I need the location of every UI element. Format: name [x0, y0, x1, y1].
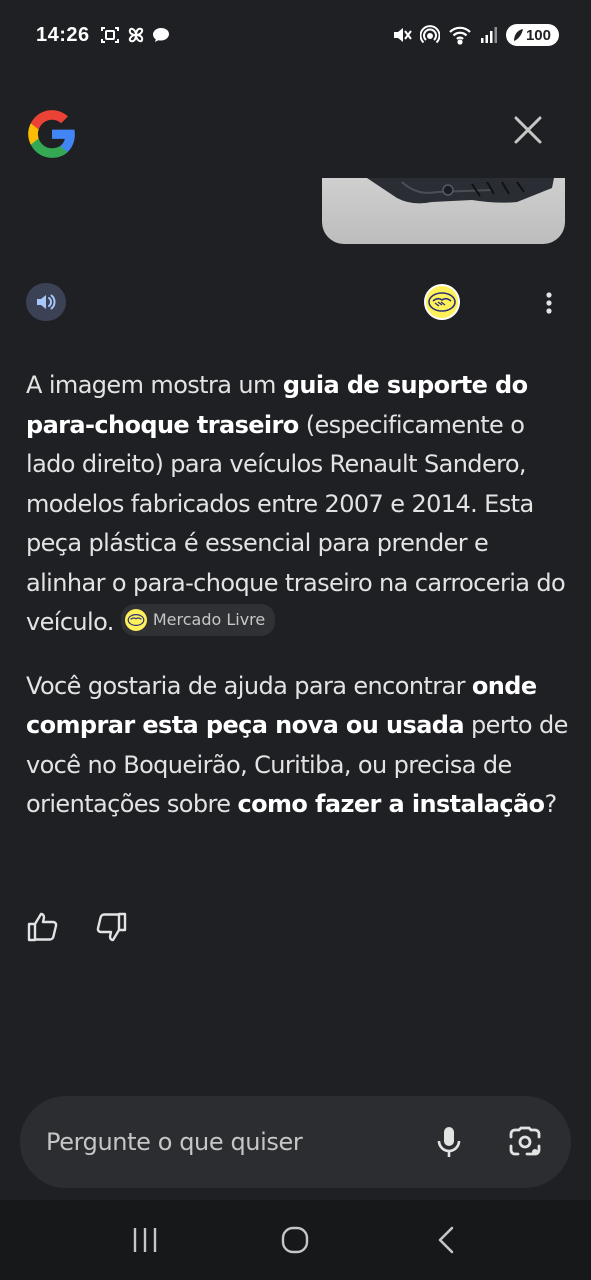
- status-right: 100: [392, 24, 559, 46]
- response-paragraph-2: Você gostaria de ajuda para encontrar on…: [26, 667, 571, 825]
- response-text: A imagem mostra um: [26, 371, 283, 399]
- recents-button[interactable]: [115, 1210, 175, 1270]
- battery-indicator: 100: [505, 24, 559, 46]
- lens-button[interactable]: [505, 1120, 545, 1164]
- close-icon: [514, 116, 542, 144]
- home-icon: [282, 1226, 309, 1254]
- mercado-livre-logo: [428, 292, 456, 312]
- response-text: (especificamente o lado direito) para ve…: [26, 410, 566, 637]
- signal-icon: [480, 27, 497, 43]
- back-button[interactable]: [416, 1210, 476, 1270]
- google-logo: [26, 108, 78, 160]
- mic-icon: [437, 1127, 461, 1157]
- battery-icon: [513, 29, 523, 41]
- thumbs-up-icon: [27, 912, 58, 942]
- close-button[interactable]: [506, 108, 550, 152]
- wifi-icon: [449, 26, 471, 45]
- thumbs-down-icon: [96, 912, 127, 942]
- hotspot-icon: [419, 25, 440, 44]
- status-left: 14:26: [36, 24, 170, 47]
- pinwheel-icon: [128, 27, 143, 43]
- prompt-input[interactable]: [46, 1128, 429, 1156]
- source-avatar-button[interactable]: [424, 284, 460, 320]
- response-text: Você gostaria de ajuda para encontrar: [26, 671, 472, 700]
- back-icon: [438, 1226, 454, 1254]
- recents-icon: [133, 1228, 157, 1252]
- status-bar: 14:26 100: [0, 0, 591, 70]
- status-icons-left: [100, 25, 170, 45]
- response-text: ?: [544, 790, 557, 818]
- uploaded-image-thumbnail[interactable]: [322, 178, 565, 244]
- ai-response: A imagem mostra um guia de suporte do pa…: [26, 366, 571, 849]
- battery-level: 100: [525, 26, 551, 44]
- lens-icon: [509, 1126, 541, 1156]
- face-scan-icon: [100, 27, 119, 43]
- chat-bubble-icon: [152, 28, 169, 42]
- response-paragraph-1: A imagem mostra um guia de suporte do pa…: [26, 366, 571, 643]
- thumbs-down-button[interactable]: [94, 910, 128, 944]
- more-options-button[interactable]: [534, 286, 564, 320]
- response-bold-text: como fazer a instalação: [237, 790, 545, 818]
- mercado-livre-logo: [124, 609, 147, 631]
- read-aloud-button[interactable]: [26, 283, 66, 321]
- thumbs-up-button[interactable]: [26, 910, 60, 944]
- home-button[interactable]: [265, 1210, 325, 1270]
- mute-icon: [393, 28, 412, 42]
- source-chip[interactable]: Mercado Livre: [120, 604, 276, 636]
- prompt-bar: [20, 1096, 571, 1188]
- source-chip-label: Mercado Livre: [152, 610, 266, 630]
- speaker-icon: [37, 294, 56, 310]
- more-vert-icon: [546, 292, 552, 314]
- voice-input-button[interactable]: [429, 1120, 469, 1164]
- system-nav-bar: [0, 1200, 591, 1280]
- status-time: 14:26: [36, 23, 90, 46]
